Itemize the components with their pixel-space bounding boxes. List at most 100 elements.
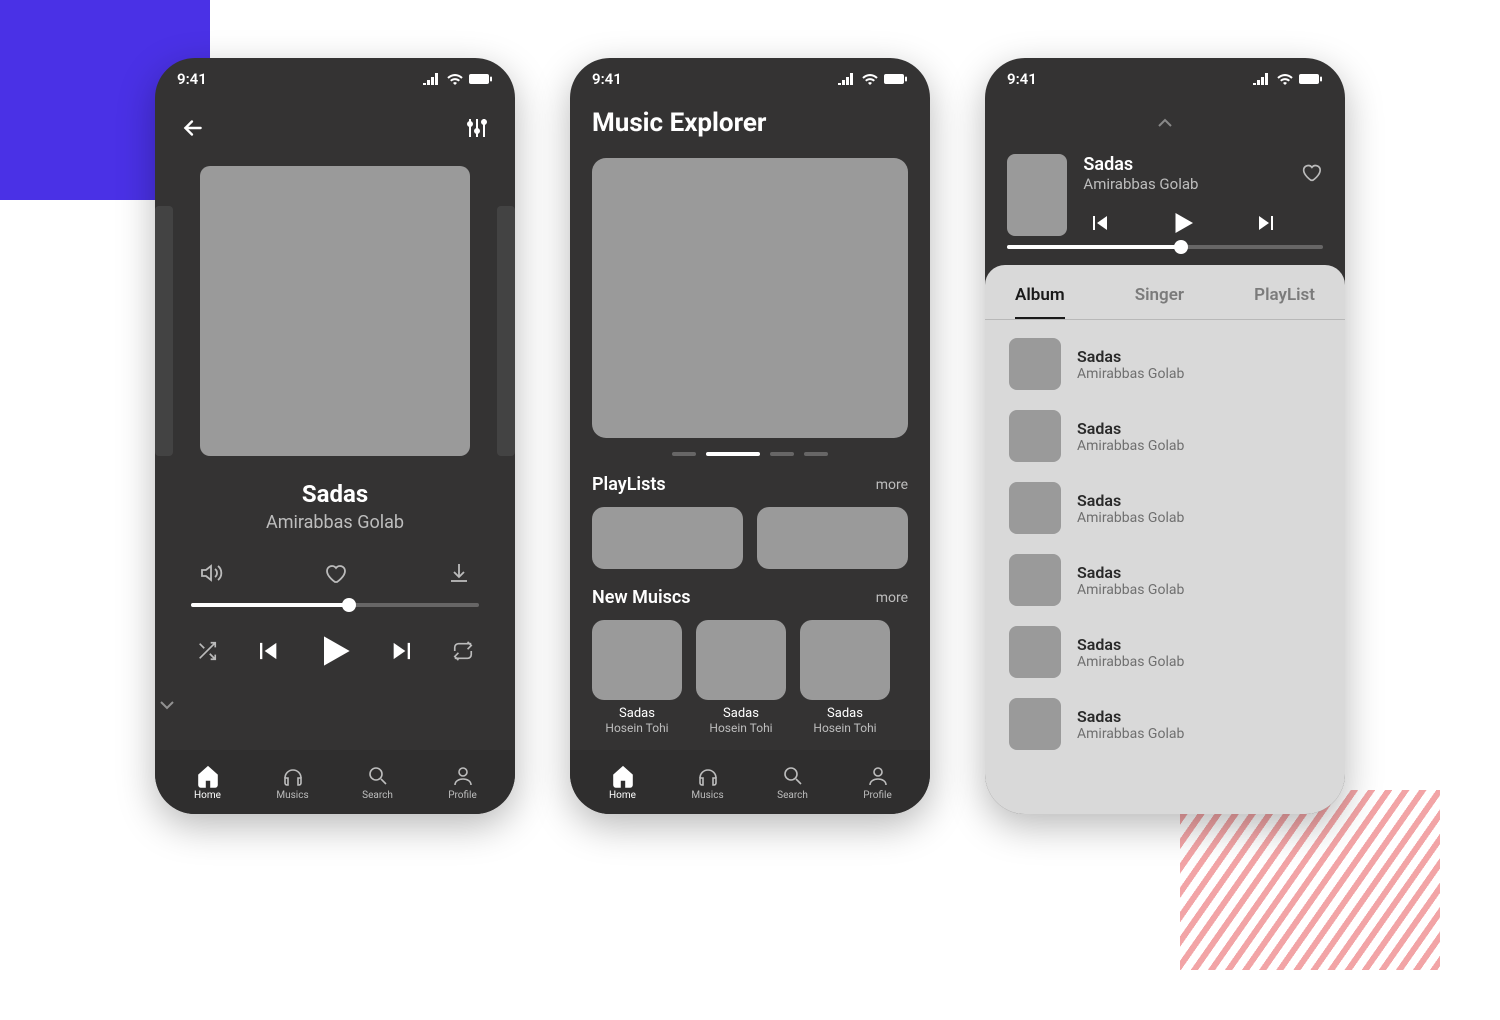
list-item[interactable]: Sadas Amirabbas Golab — [1003, 544, 1327, 616]
heart-icon[interactable] — [1299, 156, 1323, 188]
section-newmusics-title: New Muiscs — [592, 587, 691, 608]
album-thumb — [1009, 554, 1061, 606]
tab-home[interactable]: Home — [593, 764, 653, 801]
tab-search[interactable]: Search — [348, 764, 408, 801]
list-item[interactable]: Sadas Amirabbas Golab — [1003, 328, 1327, 400]
progress-thumb[interactable] — [1174, 240, 1188, 254]
music-thumb — [592, 620, 682, 700]
list-item[interactable]: Sadas Amirabbas Golab — [1003, 400, 1327, 472]
progress-thumb[interactable] — [342, 598, 356, 612]
status-time: 9:41 — [1007, 70, 1037, 88]
collapse-handle[interactable] — [985, 100, 1345, 146]
bottom-sheet: Album Singer PlayList Sadas Amirabbas Go… — [985, 265, 1345, 814]
next-track-icon[interactable] — [1251, 207, 1283, 239]
carousel-dot-active[interactable] — [706, 452, 760, 456]
status-icons — [838, 73, 908, 85]
tab-home[interactable]: Home — [178, 764, 238, 801]
tab-playlist[interactable]: PlayList — [1254, 285, 1315, 319]
album-thumb — [1009, 626, 1061, 678]
carousel-next-peek[interactable] — [497, 206, 515, 456]
volume-icon[interactable] — [195, 557, 227, 589]
carousel-prev-peek[interactable] — [155, 206, 173, 456]
bottom-tabbar: Home Musics Search Profile — [155, 750, 515, 814]
music-title: Sadas — [800, 706, 890, 721]
tab-musics[interactable]: Musics — [263, 764, 323, 801]
phone-album-sheet: 9:41 Sadas Amirabbas Golab — [985, 58, 1345, 814]
tab-profile[interactable]: Profile — [848, 764, 908, 801]
page-title: Music Explorer — [570, 100, 930, 152]
status-bar: 9:41 — [570, 58, 930, 100]
album-art-area — [155, 156, 515, 456]
bottom-tabbar: Home Musics Search Profile — [570, 750, 930, 814]
progress-fill — [191, 603, 349, 607]
tab-search[interactable]: Search — [763, 764, 823, 801]
music-artist: Hosein Tohi — [592, 721, 682, 735]
equalizer-icon[interactable] — [461, 112, 493, 144]
album-title: Sadas — [1077, 419, 1184, 438]
album-artist: Amirabbas Golab — [1077, 582, 1184, 598]
carousel-dot[interactable] — [770, 452, 794, 456]
music-card[interactable]: Sadas Hosein Tohi — [800, 620, 890, 735]
progress-bar[interactable] — [985, 239, 1345, 265]
download-icon[interactable] — [443, 557, 475, 589]
carousel-dot[interactable] — [804, 452, 828, 456]
album-title: Sadas — [1077, 563, 1184, 582]
album-title: Sadas — [1077, 707, 1184, 726]
music-title: Sadas — [696, 706, 786, 721]
previous-track-icon[interactable] — [251, 635, 283, 667]
expand-queue-handle[interactable] — [155, 675, 515, 717]
tab-profile[interactable]: Profile — [433, 764, 493, 801]
album-art[interactable] — [200, 166, 470, 456]
section-playlists-header: PlayLists more — [570, 470, 930, 499]
music-artist: Hosein Tohi — [800, 721, 890, 735]
previous-track-icon[interactable] — [1083, 207, 1115, 239]
tab-home-label: Home — [194, 790, 221, 801]
music-card[interactable]: Sadas Hosein Tohi — [696, 620, 786, 735]
hero-banner[interactable] — [592, 158, 908, 438]
album-thumb — [1009, 482, 1061, 534]
music-artist: Hosein Tohi — [696, 721, 786, 735]
carousel-dot[interactable] — [672, 452, 696, 456]
playlists-more-link[interactable]: more — [876, 477, 908, 493]
album-artist: Amirabbas Golab — [1077, 654, 1184, 670]
next-track-icon[interactable] — [387, 635, 419, 667]
tab-home-label: Home — [609, 790, 636, 801]
status-bar: 9:41 — [985, 58, 1345, 100]
decorative-pink-stripes — [1180, 790, 1440, 970]
tab-search-label: Search — [362, 790, 393, 801]
sheet-tabs: Album Singer PlayList — [985, 265, 1345, 319]
list-item[interactable]: Sadas Amirabbas Golab — [1003, 616, 1327, 688]
play-icon[interactable] — [1167, 207, 1199, 239]
album-title: Sadas — [1077, 491, 1184, 510]
now-playing-art[interactable] — [1007, 154, 1067, 236]
tab-singer[interactable]: Singer — [1135, 285, 1184, 319]
playlist-card[interactable] — [592, 507, 743, 569]
album-title: Sadas — [1077, 347, 1184, 366]
album-list[interactable]: Sadas Amirabbas Golab Sadas Amirabbas Go… — [985, 320, 1345, 768]
heart-icon[interactable] — [319, 557, 351, 589]
album-thumb — [1009, 698, 1061, 750]
now-playing-title: Sadas — [1083, 154, 1283, 175]
status-time: 9:41 — [592, 70, 622, 88]
shuffle-icon[interactable] — [191, 635, 223, 667]
play-icon[interactable] — [311, 627, 359, 675]
list-item[interactable]: Sadas Amirabbas Golab — [1003, 472, 1327, 544]
tab-musics[interactable]: Musics — [678, 764, 738, 801]
tab-profile-label: Profile — [863, 790, 892, 801]
track-artist: Amirabbas Golab — [177, 512, 493, 533]
section-newmusics-header: New Muiscs more — [570, 583, 930, 612]
progress-bar[interactable] — [155, 595, 515, 615]
back-arrow-icon[interactable] — [177, 112, 209, 144]
progress-fill — [1007, 245, 1181, 249]
tab-musics-label: Musics — [691, 790, 723, 801]
status-time: 9:41 — [177, 70, 207, 88]
tab-search-label: Search — [777, 790, 808, 801]
album-artist: Amirabbas Golab — [1077, 366, 1184, 382]
list-item[interactable]: Sadas Amirabbas Golab — [1003, 688, 1327, 760]
music-card[interactable]: Sadas Hosein Tohi — [592, 620, 682, 735]
repeat-icon[interactable] — [447, 635, 479, 667]
newmusics-more-link[interactable]: more — [876, 590, 908, 606]
playlist-card[interactable] — [757, 507, 908, 569]
tab-album[interactable]: Album — [1015, 285, 1065, 319]
playlists-row — [570, 499, 930, 583]
